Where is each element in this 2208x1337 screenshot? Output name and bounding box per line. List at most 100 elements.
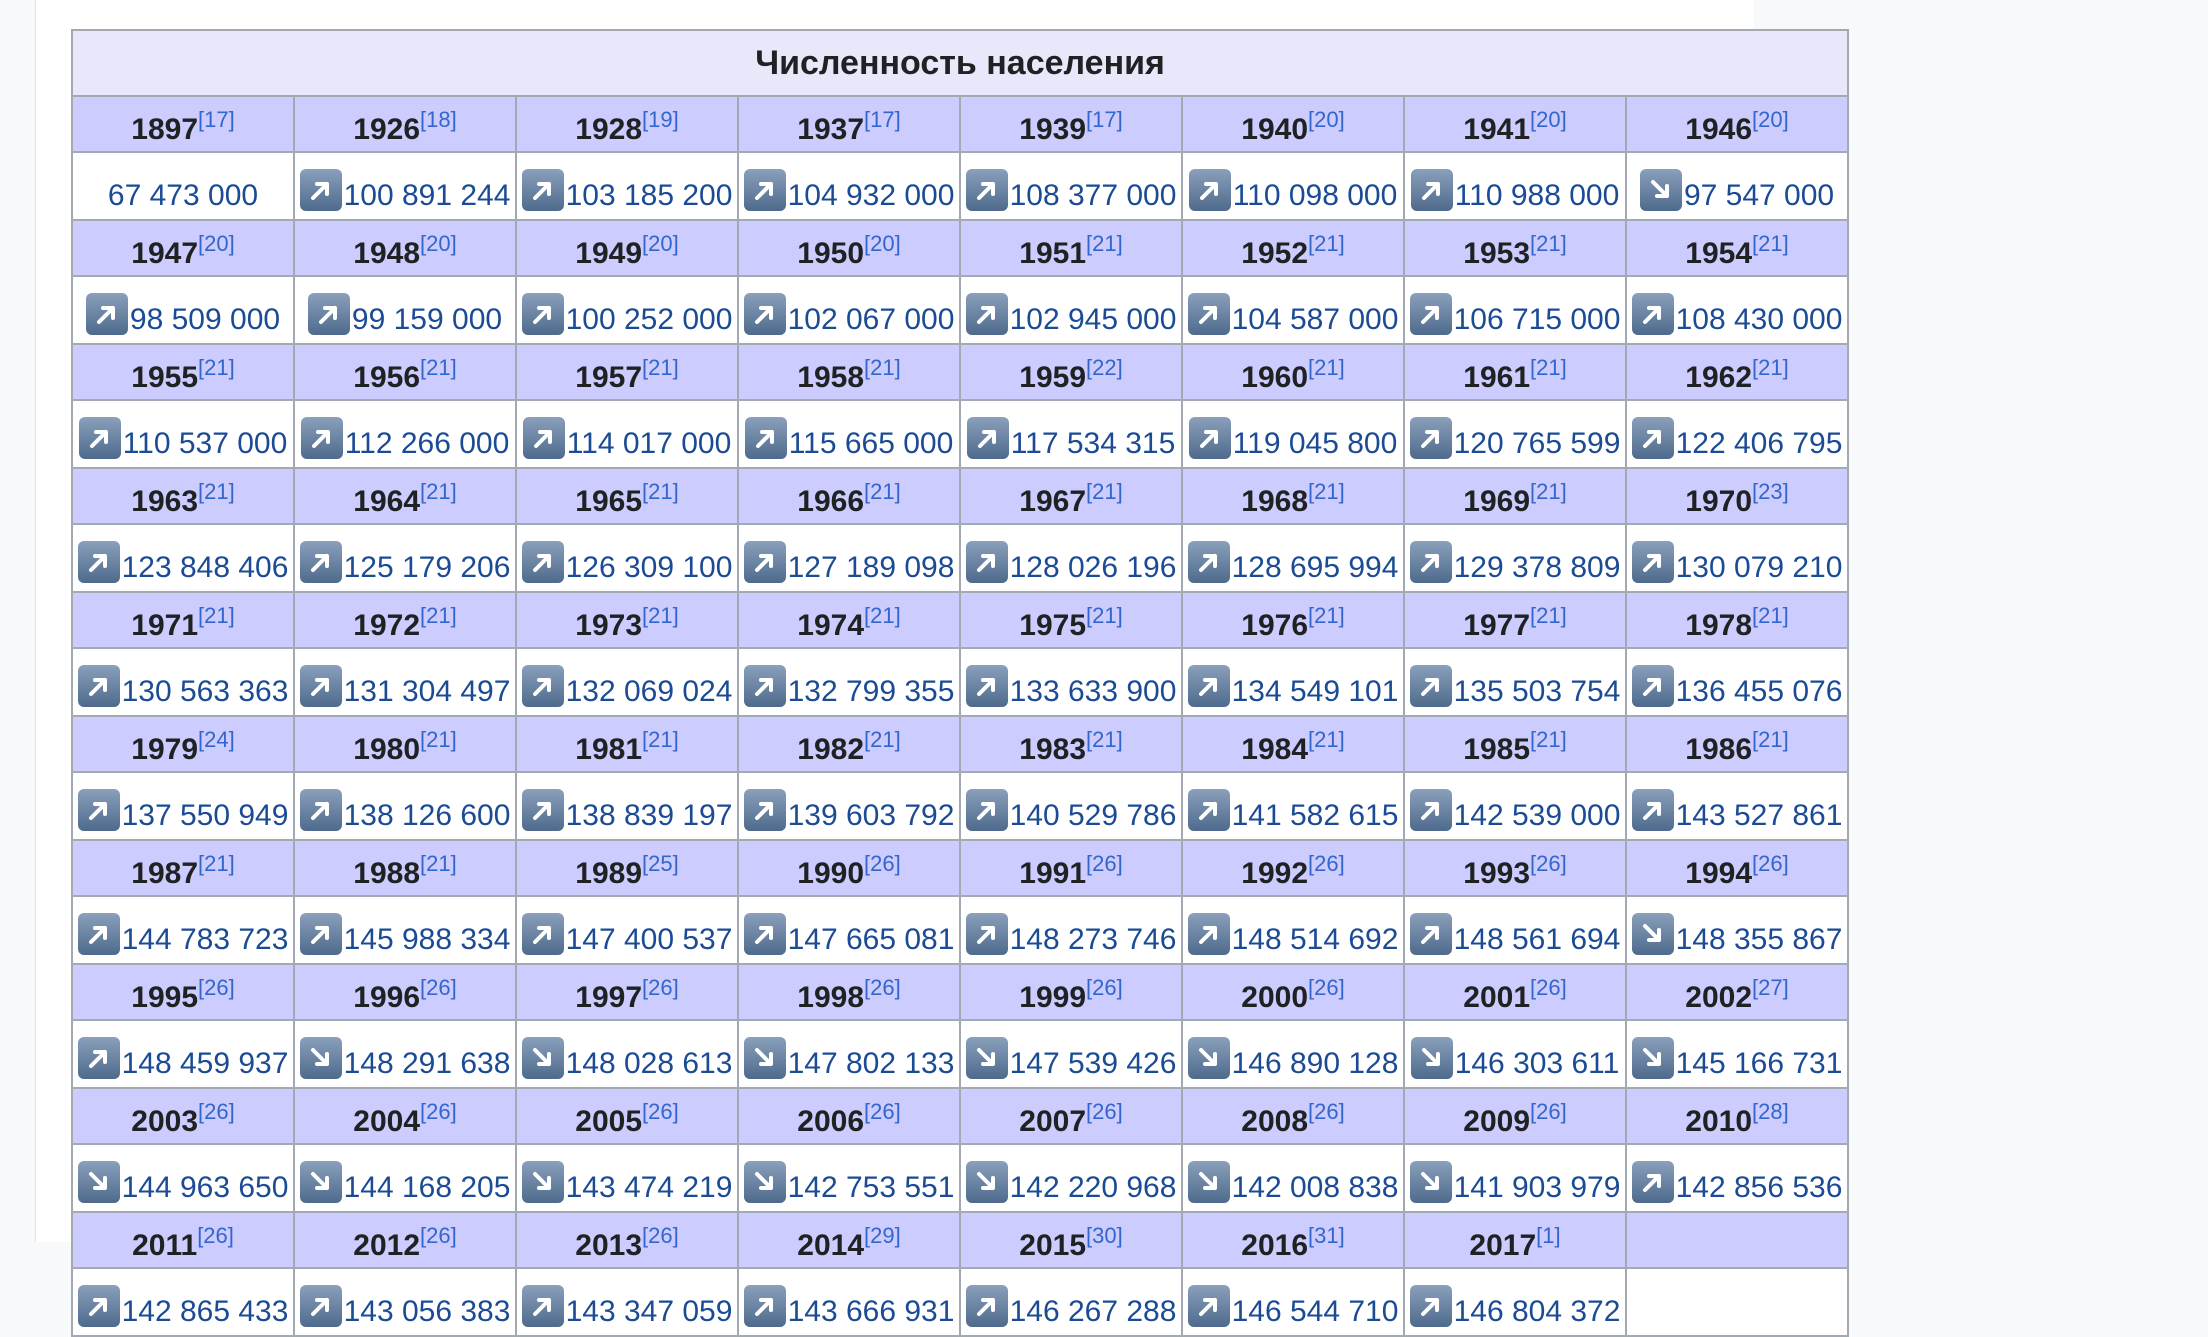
reference-link[interactable]: [26] <box>1308 851 1345 876</box>
reference-link[interactable]: [1] <box>1536 1223 1560 1248</box>
reference-link[interactable]: [21] <box>864 355 901 380</box>
reference-link[interactable]: [26] <box>642 975 679 1000</box>
reference-link[interactable]: [26] <box>420 1099 457 1124</box>
reference-link[interactable]: [21] <box>642 355 679 380</box>
decrease-arrow-icon <box>1187 1037 1230 1079</box>
reference-link[interactable]: [21] <box>642 479 679 504</box>
reference-link[interactable]: [21] <box>1086 479 1123 504</box>
reference-link[interactable]: [21] <box>198 479 235 504</box>
reference-link[interactable]: [20] <box>1752 107 1789 132</box>
reference-link[interactable]: [22] <box>1086 355 1123 380</box>
reference-link[interactable]: [21] <box>420 851 457 876</box>
reference-link[interactable]: [21] <box>1086 231 1123 256</box>
reference-link[interactable]: [21] <box>1752 603 1789 628</box>
reference-link[interactable]: [26] <box>1530 975 1567 1000</box>
reference-link[interactable]: [20] <box>642 231 679 256</box>
reference-link[interactable]: [21] <box>198 603 235 628</box>
population-value: 106 715 000 <box>1453 303 1621 336</box>
year-cell: 2014[29] <box>737 1211 961 1269</box>
reference-link[interactable]: [21] <box>198 355 235 380</box>
reference-link[interactable]: [21] <box>1308 231 1345 256</box>
reference-link[interactable]: [21] <box>1530 727 1567 752</box>
increase-arrow-icon <box>965 665 1008 707</box>
reference-link[interactable]: [23] <box>1752 479 1789 504</box>
reference-link[interactable]: [26] <box>864 975 901 1000</box>
reference-link[interactable]: [26] <box>198 1099 235 1124</box>
reference-link[interactable]: [21] <box>1530 355 1567 380</box>
reference-link[interactable]: [21] <box>1308 603 1345 628</box>
reference-link[interactable]: [21] <box>864 603 901 628</box>
population-value: 120 765 599 <box>1453 427 1621 460</box>
reference-link[interactable]: [21] <box>1530 603 1567 628</box>
reference-link[interactable]: [26] <box>642 1099 679 1124</box>
reference-link[interactable]: [31] <box>1308 1223 1345 1248</box>
reference-link[interactable]: [26] <box>1530 851 1567 876</box>
reference-link[interactable]: [26] <box>420 975 457 1000</box>
reference-link[interactable]: [19] <box>642 107 679 132</box>
reference-link[interactable]: [21] <box>1530 231 1567 256</box>
reference-link[interactable]: [21] <box>1530 479 1567 504</box>
reference-link[interactable]: [21] <box>642 727 679 752</box>
population-value: 146 544 710 <box>1231 1295 1399 1328</box>
reference-link[interactable]: [26] <box>1752 851 1789 876</box>
reference-link[interactable]: [17] <box>864 107 901 132</box>
reference-link[interactable]: [20] <box>864 231 901 256</box>
year-cell: 1953[21] <box>1403 219 1627 277</box>
reference-link[interactable]: [18] <box>420 107 457 132</box>
reference-link[interactable]: [21] <box>420 603 457 628</box>
reference-link[interactable]: [30] <box>1086 1223 1123 1248</box>
reference-link[interactable]: [28] <box>1752 1099 1789 1124</box>
reference-link[interactable]: [20] <box>198 231 235 256</box>
reference-link[interactable]: [17] <box>198 107 235 132</box>
increase-arrow-icon <box>77 541 120 583</box>
population-value-cell: 102 945 000 <box>959 275 1183 345</box>
reference-link[interactable]: [20] <box>1530 107 1567 132</box>
reference-link[interactable]: [26] <box>197 1223 234 1248</box>
decrease-arrow-icon <box>1631 1037 1674 1079</box>
reference-link[interactable]: [26] <box>864 1099 901 1124</box>
reference-link[interactable]: [24] <box>198 727 235 752</box>
reference-link[interactable]: [17] <box>1086 107 1123 132</box>
population-value-cell: 119 045 800 <box>1181 399 1405 469</box>
year-cell: 2006[26] <box>737 1087 961 1145</box>
year-label: 2009 <box>1463 1105 1531 1138</box>
reference-link[interactable]: [26] <box>1530 1099 1567 1124</box>
reference-link[interactable]: [26] <box>1308 975 1345 1000</box>
reference-link[interactable]: [21] <box>420 479 457 504</box>
reference-link[interactable]: [21] <box>1752 355 1789 380</box>
reference-link[interactable]: [21] <box>1086 603 1123 628</box>
reference-link[interactable]: [27] <box>1752 975 1789 1000</box>
reference-link[interactable]: [21] <box>1086 727 1123 752</box>
reference-link[interactable]: [20] <box>420 231 457 256</box>
year-cell: 1981[21] <box>515 715 739 773</box>
reference-link[interactable]: [21] <box>864 479 901 504</box>
reference-link[interactable]: [21] <box>198 851 235 876</box>
reference-link[interactable]: [21] <box>1752 231 1789 256</box>
reference-link[interactable]: [29] <box>864 1223 901 1248</box>
reference-link[interactable]: [21] <box>420 355 457 380</box>
reference-link[interactable]: [21] <box>420 727 457 752</box>
reference-link[interactable]: [26] <box>642 1223 679 1248</box>
reference-link[interactable]: [26] <box>1086 975 1123 1000</box>
reference-link[interactable]: [26] <box>864 851 901 876</box>
reference-link[interactable]: [21] <box>864 727 901 752</box>
year-cell: 1948[20] <box>293 219 517 277</box>
reference-link[interactable]: [21] <box>1308 355 1345 380</box>
reference-link[interactable]: [20] <box>1308 107 1345 132</box>
year-label: 2002 <box>1685 981 1753 1014</box>
population-value: 137 550 949 <box>121 799 289 832</box>
reference-link[interactable]: [26] <box>1086 1099 1123 1124</box>
reference-link[interactable]: [26] <box>420 1223 457 1248</box>
year-cell: 1954[21] <box>1624 219 1850 277</box>
reference-link[interactable]: [26] <box>198 975 235 1000</box>
population-value-cell: 143 347 059 <box>515 1267 739 1337</box>
reference-link[interactable]: [21] <box>1752 727 1789 752</box>
reference-link[interactable]: [21] <box>1308 479 1345 504</box>
reference-link[interactable]: [21] <box>642 603 679 628</box>
increase-arrow-icon <box>521 293 564 335</box>
reference-link[interactable]: [26] <box>1086 851 1123 876</box>
reference-link[interactable]: [21] <box>1308 727 1345 752</box>
reference-link[interactable]: [26] <box>1308 1099 1345 1124</box>
population-value: 110 537 000 <box>122 427 288 460</box>
reference-link[interactable]: [25] <box>642 851 679 876</box>
